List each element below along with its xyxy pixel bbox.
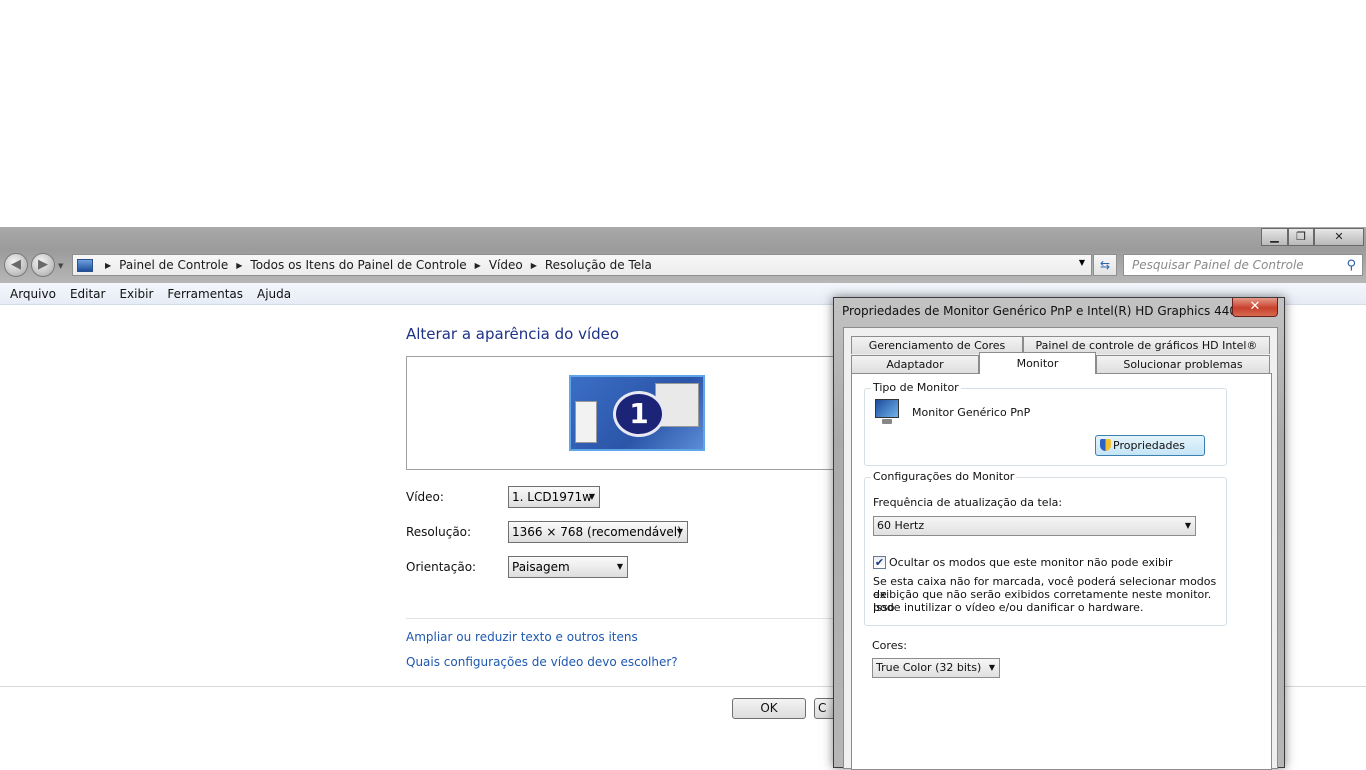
orientation-label: Orientação: bbox=[406, 560, 477, 574]
monitor-name: Monitor Genérico PnP bbox=[912, 406, 1031, 419]
window-thumbnail-icon bbox=[575, 401, 597, 443]
tab-monitor[interactable]: Monitor bbox=[979, 352, 1096, 374]
hide-modes-label[interactable]: Ocultar os modos que este monitor não po… bbox=[889, 556, 1173, 569]
display-settings-help-link[interactable]: Quais configurações de vídeo devo escolh… bbox=[406, 655, 678, 669]
resolution-select[interactable]: 1366 × 768 (recomendável) ▼ bbox=[508, 521, 688, 543]
forward-arrow-icon: ▶ bbox=[38, 257, 48, 272]
tab-adapter[interactable]: Adaptador bbox=[851, 355, 979, 373]
refresh-icon: ⇆ bbox=[1099, 258, 1111, 272]
breadcrumb-item[interactable]: Vídeo bbox=[489, 258, 523, 272]
monitor-icon bbox=[873, 399, 901, 425]
breadcrumb-separator-icon[interactable]: ▶ bbox=[531, 261, 537, 270]
group-title: Configurações do Monitor bbox=[871, 470, 1017, 483]
search-placeholder: Pesquisar Painel de Controle bbox=[1132, 258, 1304, 272]
monitor-properties-dialog: Propriedades de Monitor Genérico PnP e I… bbox=[833, 297, 1285, 770]
search-input[interactable]: Pesquisar Painel de Controle ⚲ bbox=[1123, 254, 1363, 276]
refresh-rate-label: Frequência de atualização da tela: bbox=[873, 496, 1063, 509]
properties-button-label: Propriedades bbox=[1113, 439, 1185, 452]
monitor-settings-group: Configurações do Monitor Frequência de a… bbox=[864, 470, 1227, 626]
display-preview-area: 1 bbox=[406, 356, 846, 470]
chevron-down-icon: ▼ bbox=[1184, 521, 1191, 530]
divider bbox=[406, 618, 846, 619]
hide-modes-checkbox[interactable]: ✔ bbox=[873, 556, 886, 569]
chevron-down-icon: ▼ bbox=[588, 492, 595, 501]
address-bar[interactable]: ▶ Painel de Controle ▶ Todos os Itens do… bbox=[72, 254, 1092, 276]
menu-ajuda[interactable]: Ajuda bbox=[250, 287, 298, 301]
uac-shield-icon bbox=[1100, 439, 1111, 451]
back-button[interactable]: ◀ bbox=[4, 253, 28, 277]
resolution-select-value: 1366 × 768 (recomendável) bbox=[512, 525, 682, 539]
colors-label: Cores: bbox=[872, 639, 907, 652]
checkmark-icon: ✔ bbox=[874, 556, 885, 569]
text-size-link[interactable]: Ampliar ou reduzir texto e outros itens bbox=[406, 630, 638, 644]
menu-editar[interactable]: Editar bbox=[63, 287, 113, 301]
refresh-rate-select[interactable]: 60 Hertz ▼ bbox=[873, 516, 1196, 536]
video-select-value: 1. LCD1971w bbox=[512, 490, 592, 504]
breadcrumb-separator-icon[interactable]: ▶ bbox=[236, 261, 242, 270]
dialog-body: Gerenciamento de Cores Painel de control… bbox=[843, 327, 1278, 770]
dialog-close-button[interactable]: ✕ bbox=[1232, 298, 1278, 317]
breadcrumb-item[interactable]: Todos os Itens do Painel de Controle bbox=[250, 258, 466, 272]
video-select[interactable]: 1. LCD1971w ▼ bbox=[508, 486, 600, 508]
refresh-rate-value: 60 Hertz bbox=[877, 519, 925, 532]
address-dropdown-icon[interactable]: ▼ bbox=[1079, 258, 1085, 267]
chevron-down-icon: ▼ bbox=[988, 663, 995, 672]
monitor-1-thumbnail[interactable]: 1 bbox=[569, 375, 705, 451]
close-icon: ✕ bbox=[1249, 299, 1261, 314]
breadcrumb-item[interactable]: Painel de Controle bbox=[119, 258, 228, 272]
explanation-line: pode inutilizar o vídeo e/ou danificar o… bbox=[873, 601, 1144, 614]
menu-ferramentas[interactable]: Ferramentas bbox=[160, 287, 250, 301]
monitor-tab-panel: Tipo de Monitor Monitor Genérico PnP Pro… bbox=[851, 373, 1272, 770]
properties-button[interactable]: Propriedades bbox=[1095, 435, 1205, 456]
colors-select[interactable]: True Color (32 bits) ▼ bbox=[872, 658, 1000, 678]
chevron-down-icon: ▼ bbox=[676, 527, 683, 536]
minimize-button[interactable]: ▁ bbox=[1261, 228, 1288, 246]
breadcrumb-separator-icon[interactable]: ▶ bbox=[105, 261, 111, 270]
chevron-down-icon: ▼ bbox=[616, 562, 623, 571]
breadcrumb-separator-icon[interactable]: ▶ bbox=[475, 261, 481, 270]
monitor-type-group: Tipo de Monitor Monitor Genérico PnP Pro… bbox=[864, 381, 1227, 466]
back-arrow-icon: ◀ bbox=[11, 257, 21, 272]
orientation-select[interactable]: Paisagem ▼ bbox=[508, 556, 628, 578]
maximize-button[interactable]: ❐ bbox=[1288, 228, 1314, 246]
menu-arquivo[interactable]: Arquivo bbox=[3, 287, 63, 301]
video-label: Vídeo: bbox=[406, 490, 444, 504]
breadcrumb-item[interactable]: Resolução de Tela bbox=[545, 258, 652, 272]
tab-troubleshoot[interactable]: Solucionar problemas bbox=[1096, 355, 1270, 373]
ok-button[interactable]: OK bbox=[732, 698, 806, 719]
recent-pages-dropdown-icon[interactable]: ▼ bbox=[58, 262, 63, 270]
page-title: Alterar a aparência do vídeo bbox=[406, 325, 620, 343]
forward-button[interactable]: ▶ bbox=[31, 253, 55, 277]
search-icon[interactable]: ⚲ bbox=[1346, 256, 1356, 276]
close-button[interactable]: ✕ bbox=[1314, 228, 1364, 246]
resolution-label: Resolução: bbox=[406, 525, 472, 539]
group-title: Tipo de Monitor bbox=[871, 381, 961, 394]
orientation-select-value: Paisagem bbox=[512, 560, 570, 574]
monitor-number-badge: 1 bbox=[613, 391, 665, 437]
dialog-title: Propriedades de Monitor Genérico PnP e I… bbox=[842, 304, 1245, 318]
title-bar: ▁ ❐ ✕ ◀ ▶ ▼ ▶ Painel de Controle ▶ Todos… bbox=[0, 227, 1366, 283]
refresh-button[interactable]: ⇆ bbox=[1093, 254, 1117, 276]
colors-value: True Color (32 bits) bbox=[876, 661, 982, 674]
control-panel-icon bbox=[77, 258, 93, 272]
menu-exibir[interactable]: Exibir bbox=[112, 287, 160, 301]
